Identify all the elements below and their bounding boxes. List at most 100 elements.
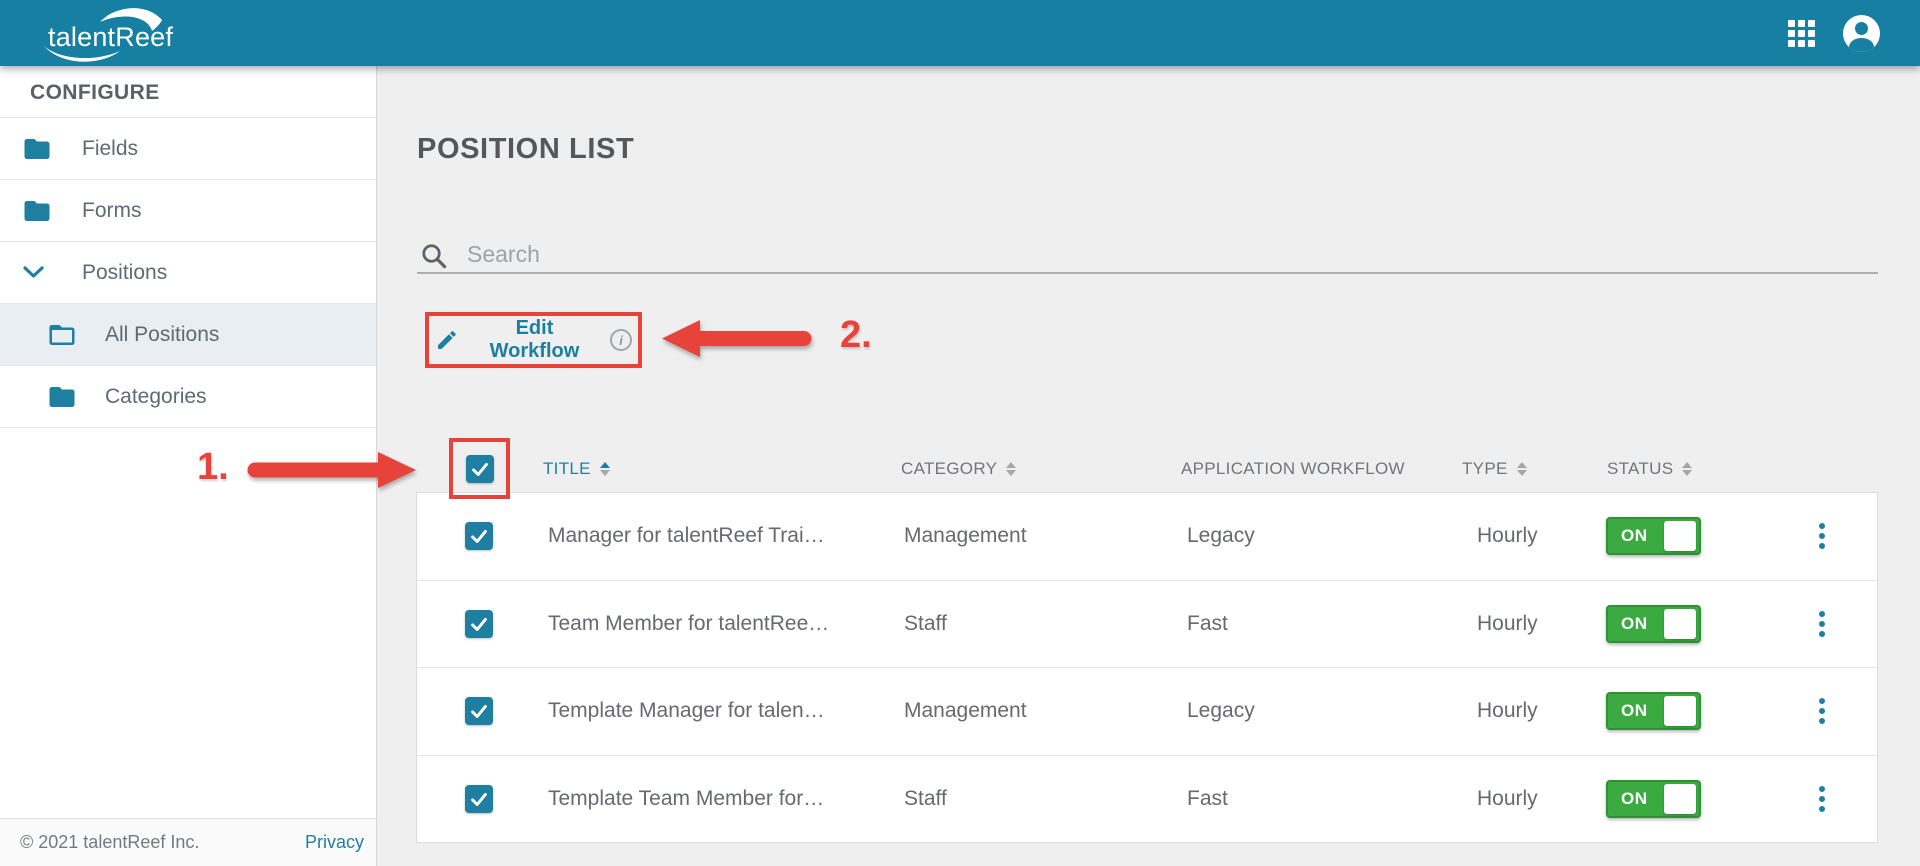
sidebar-item-forms[interactable]: Forms	[0, 180, 376, 242]
position-title: Template Manager for talen…	[548, 699, 825, 723]
sidebar-item-label: Positions	[82, 260, 168, 284]
position-workflow: Fast	[1187, 786, 1228, 810]
sort-icon	[599, 462, 610, 476]
column-header-application-workflow: APPLICATION WORKFLOW	[1181, 455, 1405, 483]
annotation-step-1: 1.	[197, 446, 229, 488]
search-icon	[422, 244, 447, 269]
privacy-link[interactable]: Privacy	[305, 832, 364, 853]
toggle-knob	[1664, 608, 1696, 639]
copyright-text: © 2021 talentReef Inc.	[20, 832, 200, 852]
annotation-step-2: 2.	[840, 314, 872, 356]
status-toggle[interactable]: ON	[1606, 604, 1701, 643]
edit-workflow-button[interactable]: Edit Workflow i	[429, 316, 638, 364]
table-row: Team Member for talentRee… Staff Fast Ho…	[417, 579, 1877, 668]
toggle-knob	[1664, 783, 1696, 814]
position-type: Hourly	[1477, 611, 1538, 635]
sort-icon	[1516, 462, 1527, 476]
toggle-on-label: ON	[1621, 701, 1648, 721]
position-category: Staff	[904, 786, 947, 810]
column-header-category[interactable]: CATEGORY	[901, 455, 1017, 483]
logo-text: talentReef	[48, 22, 174, 52]
position-category: Management	[904, 524, 1027, 548]
folder-icon	[22, 196, 52, 226]
status-toggle[interactable]: ON	[1606, 517, 1701, 556]
column-header-status[interactable]: STATUS	[1607, 455, 1693, 483]
row-menu-kebab-icon[interactable]	[1815, 607, 1829, 641]
account-avatar-icon[interactable]	[1843, 14, 1880, 52]
folder-open-icon	[47, 320, 77, 350]
column-header-label: CATEGORY	[901, 459, 998, 478]
search-input[interactable]	[465, 239, 1845, 269]
row-checkbox[interactable]	[465, 522, 493, 551]
row-checkbox[interactable]	[465, 697, 493, 726]
status-toggle[interactable]: ON	[1606, 692, 1701, 731]
apps-grid-icon[interactable]	[1788, 19, 1815, 47]
annotation-arrow-2	[662, 320, 812, 357]
page-title: POSITION LIST	[417, 133, 635, 165]
column-header-label: TYPE	[1462, 459, 1508, 478]
table-row: Template Team Member for… Staff Fast Hou…	[417, 754, 1877, 843]
search-field	[417, 239, 1878, 274]
sidebar-header: CONFIGURE	[0, 66, 376, 118]
edit-workflow-label: Edit Workflow	[489, 317, 580, 362]
sidebar-item-label: Fields	[82, 136, 139, 160]
pencil-icon	[437, 331, 456, 349]
toggle-on-label: ON	[1621, 613, 1648, 633]
sidebar-item-label: All Positions	[105, 322, 220, 346]
position-category: Staff	[904, 611, 947, 635]
annotation-box-select-all	[449, 438, 510, 499]
sidebar-item-fields[interactable]: Fields	[0, 118, 376, 180]
position-title: Manager for talentReef Trai…	[548, 524, 825, 548]
sidebar-item-positions[interactable]: Positions	[0, 242, 376, 304]
position-category: Management	[904, 699, 1027, 723]
folder-icon	[22, 134, 52, 164]
checkmark-icon	[471, 705, 487, 719]
sidebar-item-categories[interactable]: Categories	[0, 366, 376, 428]
row-menu-kebab-icon[interactable]	[1815, 519, 1829, 553]
folder-icon	[47, 382, 77, 412]
checkmark-icon	[471, 792, 487, 806]
position-type: Hourly	[1477, 699, 1538, 723]
checkmark-icon	[471, 530, 487, 544]
status-toggle[interactable]: ON	[1606, 779, 1701, 818]
checkmark-icon	[471, 617, 487, 631]
position-type: Hourly	[1477, 524, 1538, 548]
chevron-down-icon	[22, 265, 45, 280]
position-workflow: Legacy	[1187, 524, 1255, 548]
position-workflow: Legacy	[1187, 699, 1255, 723]
row-checkbox[interactable]	[465, 784, 493, 813]
sidebar-item-label: Forms	[82, 198, 142, 222]
position-type: Hourly	[1477, 786, 1538, 810]
row-menu-kebab-icon[interactable]	[1815, 782, 1829, 816]
table-row: Manager for talentReef Trai… Management …	[417, 493, 1877, 580]
table-row: Template Manager for talen… Management L…	[417, 667, 1877, 755]
position-title: Team Member for talentRee…	[548, 611, 830, 635]
avatar-head	[1855, 21, 1868, 35]
column-header-label: APPLICATION WORKFLOW	[1181, 459, 1405, 478]
talentreef-logo[interactable]: talentReef	[34, 4, 174, 62]
column-header-label: TITLE	[543, 459, 591, 478]
annotation-box-edit-workflow: Edit Workflow i	[425, 312, 642, 368]
avatar-shoulders	[1849, 37, 1874, 52]
row-menu-kebab-icon[interactable]	[1815, 694, 1829, 728]
column-header-label: STATUS	[1607, 459, 1674, 478]
sort-icon	[1682, 462, 1693, 476]
toggle-on-label: ON	[1621, 788, 1648, 808]
sidebar-footer: © 2021 talentReef Inc. Privacy	[0, 818, 377, 866]
configure-sidebar: CONFIGURE Fields Forms Positions All Pos…	[0, 66, 377, 818]
sidebar-item-label: Categories	[105, 384, 207, 408]
column-header-type[interactable]: TYPE	[1462, 455, 1527, 483]
column-header-title[interactable]: TITLE	[543, 455, 610, 483]
sort-icon	[1006, 462, 1017, 476]
position-title: Template Team Member for…	[548, 786, 825, 810]
position-table: Manager for talentReef Trai… Management …	[416, 492, 1878, 843]
toggle-on-label: ON	[1621, 526, 1648, 546]
top-app-bar: talentReef	[0, 0, 1920, 66]
row-checkbox[interactable]	[465, 609, 493, 638]
toggle-knob	[1664, 696, 1696, 727]
annotation-arrow-1	[247, 452, 416, 488]
sidebar-item-all-positions[interactable]: All Positions	[0, 304, 376, 366]
position-workflow: Fast	[1187, 611, 1228, 635]
toggle-knob	[1664, 521, 1696, 552]
info-icon[interactable]: i	[610, 329, 632, 351]
